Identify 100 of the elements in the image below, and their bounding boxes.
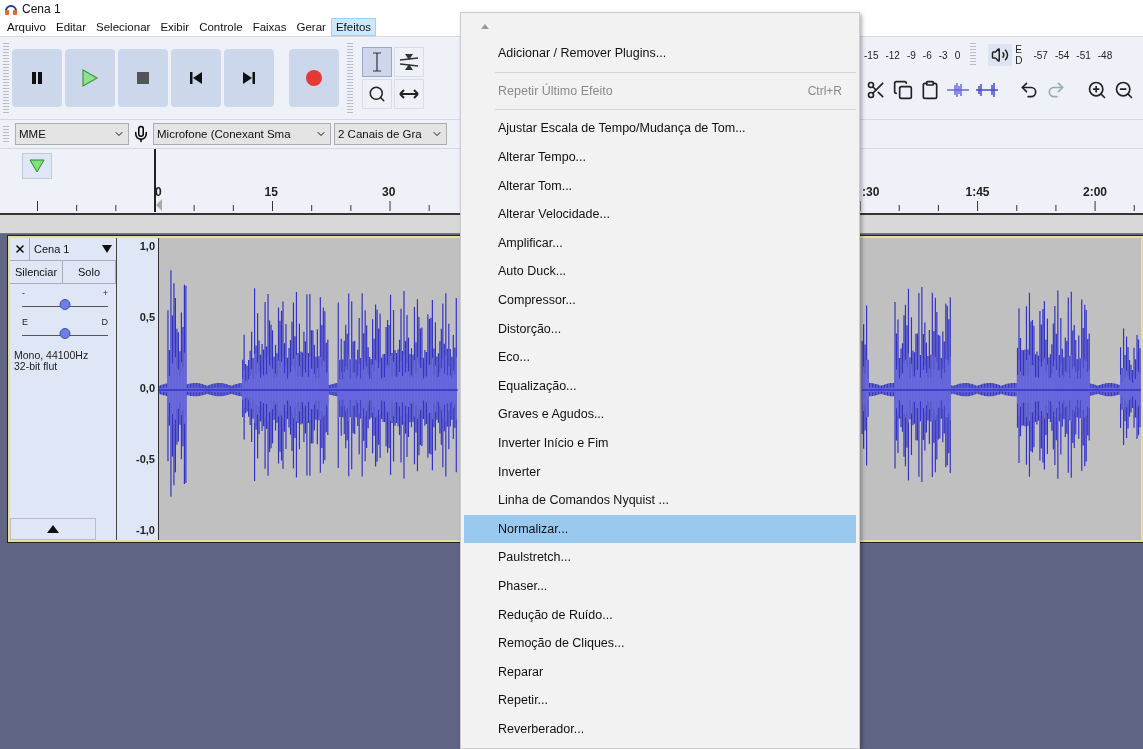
menu-item[interactable]: Controle: [194, 18, 248, 36]
menu-entry[interactable]: Reparar: [464, 657, 856, 687]
menu-entry[interactable]: Phaser...: [464, 571, 856, 601]
zoom-in-icon: [1087, 80, 1107, 100]
channels-select[interactable]: 2 Canais de Gra: [334, 123, 447, 145]
meter-scale-label: -12: [885, 49, 900, 61]
meter-scale-label: -9: [906, 49, 916, 61]
undo-icon: [1019, 80, 1039, 100]
menu-entry[interactable]: Distorção...: [464, 314, 856, 343]
time-label: 0: [155, 185, 162, 199]
slider-label: -: [22, 288, 25, 298]
record-button[interactable]: [289, 49, 339, 107]
meter-scale-label: -15: [864, 49, 879, 61]
menu-entry[interactable]: Graves e Agudos...: [464, 400, 856, 429]
menu-entry[interactable]: Eco...: [464, 342, 856, 372]
envelope-tool-button[interactable]: [394, 47, 424, 77]
menu-entry[interactable]: Alterar Tom...: [464, 171, 856, 200]
shortcut-label: Ctrl+R: [807, 83, 842, 98]
scroll-up-icon: [481, 23, 489, 29]
silence-button[interactable]: [974, 80, 1000, 100]
meter-scale-label: 0: [954, 49, 961, 61]
play-icon: [81, 68, 99, 88]
menu-entry[interactable]: Inverter: [464, 457, 856, 486]
time-shift-tool-button[interactable]: [394, 79, 424, 109]
toolbar-grip[interactable]: [3, 43, 9, 113]
meter-scale-label: -3: [938, 49, 948, 61]
skip-start-icon: [190, 72, 202, 84]
track-info: Mono, 44100Hz: [13, 350, 90, 361]
close-icon: [13, 243, 26, 255]
menu-entry[interactable]: Auto Duck...: [464, 257, 856, 286]
headphones-icon: [4, 3, 18, 15]
slider-thumb[interactable]: [59, 328, 71, 339]
slider-thumb[interactable]: [59, 299, 71, 310]
menu-entry[interactable]: Reverberador...: [464, 714, 856, 744]
menu-entry[interactable]: Remoção de Cliques...: [464, 628, 856, 658]
meter-scale-label: -54: [1054, 49, 1070, 61]
waveform-icon: [976, 82, 998, 98]
stop-icon: [137, 72, 149, 84]
collapse-button[interactable]: [10, 518, 96, 540]
menu-entry[interactable]: Compressor...: [464, 285, 856, 315]
slider-label: +: [102, 288, 108, 298]
time-label: 2:00: [1083, 185, 1108, 199]
window-title: Cena 1: [22, 2, 61, 16]
meter-scale-label: -57: [1033, 49, 1048, 61]
amplitude-label: -0,5: [136, 453, 155, 465]
search-icon: [368, 85, 386, 103]
menu-entry[interactable]: Inverter Início e Fim: [464, 428, 856, 458]
playhead-marker: [153, 149, 163, 212]
menu-entry[interactable]: Amplificar...: [464, 228, 856, 258]
pause-icon: [29, 70, 45, 86]
clipboard-icon: [920, 80, 940, 100]
up-triangle-icon: [47, 525, 59, 533]
copy-icon: [893, 80, 913, 100]
menu-entry[interactable]: Repetir...: [464, 686, 856, 715]
menu-item[interactable]: Selecionar: [91, 18, 156, 36]
trim-button[interactable]: [945, 80, 971, 100]
menu-item[interactable]: Arquivo: [2, 18, 51, 36]
scissors-icon: [866, 80, 886, 100]
menu-entry[interactable]: Alterar Velocidade...: [464, 199, 856, 229]
menu-item[interactable]: Faixas: [247, 18, 292, 36]
slider-label: E: [22, 317, 28, 327]
channel-label: E: [1015, 44, 1023, 55]
menu-entry[interactable]: Ajustar Escala de Tempo/Mudança de Tom...: [464, 114, 856, 143]
track-info: 32-bit flut: [13, 361, 59, 372]
amplitude-label: -1,0: [136, 524, 155, 536]
speaker-icon: [991, 46, 1010, 64]
envelope-tool-icon: [399, 52, 419, 72]
skip-to-end-button[interactable]: [224, 49, 274, 107]
zoom-tool-button[interactable]: [362, 79, 392, 109]
menu-item[interactable]: Editar: [51, 18, 92, 36]
menu-entry[interactable]: Adicionar / Remover Plugins...: [464, 39, 856, 68]
skip-end-icon: [243, 72, 255, 84]
menu-entry[interactable]: Paulstretch...: [464, 543, 856, 572]
menu-item[interactable]: Exibir: [155, 18, 195, 36]
i-beam-icon: [371, 52, 383, 72]
meter-scale-label: -51: [1076, 49, 1091, 61]
playback-meter-button[interactable]: [988, 44, 1013, 66]
menu-entry[interactable]: Alterar Tempo...: [464, 142, 856, 172]
menu-item[interactable]: Efeitos: [330, 18, 377, 36]
meter-scale-label: -48: [1097, 49, 1113, 61]
stop-button[interactable]: [118, 49, 168, 107]
time-label: 30: [382, 185, 396, 199]
time-label: 15: [264, 185, 278, 199]
record-icon: [305, 69, 323, 87]
caret-icon: [102, 245, 112, 253]
menu-entry[interactable]: Linha de Comandos Nyquist ...: [464, 485, 856, 515]
slider-label: D: [101, 317, 108, 327]
menu-item[interactable]: Gerar: [291, 18, 331, 36]
channel-label: D: [1015, 55, 1023, 66]
input-device-select[interactable]: Microfone (Conexant Sma: [153, 123, 331, 145]
zoom-out-icon: [1114, 80, 1134, 100]
menu-entry[interactable]: Redução de Ruído...: [464, 600, 856, 629]
copy-button[interactable]: [891, 78, 915, 102]
menu-entry[interactable]: Normalizar...: [464, 514, 856, 544]
amplitude-label: 1,0: [139, 240, 155, 252]
menu-entry[interactable]: Equalização...: [464, 371, 856, 401]
pause-button[interactable]: [12, 49, 62, 107]
skip-to-start-button[interactable]: [171, 49, 221, 107]
play-triangle-icon: [29, 159, 45, 173]
audio-host-select[interactable]: MME: [15, 123, 129, 145]
